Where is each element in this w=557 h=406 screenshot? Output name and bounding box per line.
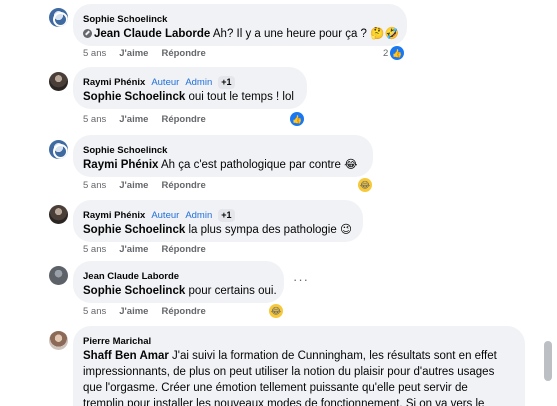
like-button[interactable]: J'aime — [119, 114, 148, 125]
comment-author[interactable]: Sophie Schoelinck — [83, 14, 167, 25]
comment-bubble: Raymi Phénix Auteur Admin +1 Sophie Scho… — [73, 200, 363, 242]
comment-bubble: Pierre Marichal Shaff Ben Amar J'ai suiv… — [73, 326, 525, 406]
comment-actions: 5 ans J'aime Répondre — [83, 306, 206, 317]
like-button[interactable]: J'aime — [119, 306, 148, 317]
comment-text-line: impressionnants, de plus on peut utilise… — [83, 366, 495, 378]
extra-badge[interactable]: +1 — [218, 75, 235, 89]
comment-body: J'ai suivi la formation de Cunningham, l… — [168, 350, 497, 362]
comment-text: Raymi Phénix Ah ça c'est pathologique pa… — [83, 157, 361, 173]
admin-badge[interactable]: Admin — [185, 77, 212, 88]
comment-mention[interactable]: Raymi Phénix — [83, 159, 158, 171]
author-badge[interactable]: Auteur — [151, 77, 179, 88]
comment-mention[interactable]: Sophie Schoelinck — [83, 285, 185, 297]
comment-bubble: Sophie Schoelinck Raymi Phénix Ah ça c'e… — [73, 135, 373, 177]
comment-actions: 5 ans J'aime Répondre — [83, 114, 206, 125]
comment-author[interactable]: Raymi Phénix — [83, 77, 145, 88]
comment-time[interactable]: 5 ans — [83, 114, 106, 125]
comment-author[interactable]: Raymi Phénix — [83, 210, 145, 221]
like-button[interactable]: J'aime — [119, 180, 148, 191]
reply-button[interactable]: Répondre — [161, 48, 205, 59]
comment-body: oui tout le temps ! lol — [185, 91, 294, 103]
more-options-icon[interactable]: ··· — [293, 272, 309, 287]
comment-actions: 5 ans J'aime Répondre — [83, 180, 206, 191]
comment-body: Ah ça c'est pathologique par contre 😂 — [158, 159, 358, 171]
comment-time[interactable]: 5 ans — [83, 48, 106, 59]
comment-author[interactable]: Jean Claude Laborde — [83, 271, 179, 282]
comment-time[interactable]: 5 ans — [83, 244, 106, 255]
avatar[interactable] — [49, 205, 68, 224]
like-icon: 👍 — [390, 46, 405, 60]
comment-body: pour certains oui. — [185, 285, 277, 297]
avatar[interactable] — [49, 8, 68, 27]
comment-author[interactable]: Pierre Marichal — [83, 336, 151, 347]
comment-text-line: que l'orgasme. Créer une émotion telleme… — [83, 382, 468, 394]
haha-icon: 😂 — [269, 304, 283, 318]
author-badge[interactable]: Auteur — [151, 210, 179, 221]
reaction-summary[interactable]: 😂 — [358, 178, 372, 192]
avatar[interactable] — [49, 331, 68, 350]
comment-bubble: Sophie Schoelinck Jean Claude Laborde Ah… — [73, 4, 407, 46]
reply-button[interactable]: Répondre — [161, 114, 205, 125]
like-icon: 👍 — [290, 112, 304, 126]
comment-body: la plus sympa des pathologie 😉 — [185, 224, 352, 236]
comment-text: Sophie Schoelinck pour certains oui. — [83, 283, 277, 299]
comment-bubble: Jean Claude Laborde Sophie Schoelinck po… — [73, 261, 284, 303]
mention-icon — [83, 29, 92, 38]
comment-text: Sophie Schoelinck oui tout le temps ! lo… — [83, 89, 295, 105]
reply-button[interactable]: Répondre — [161, 180, 205, 191]
reply-button[interactable]: Répondre — [161, 306, 205, 317]
reply-button[interactable]: Répondre — [161, 244, 205, 255]
comment-text: Jean Claude Laborde Ah? Il y a une heure… — [83, 26, 399, 42]
reaction-summary[interactable]: 👍 — [290, 112, 304, 126]
comment-mention[interactable]: Sophie Schoelinck — [83, 224, 185, 236]
admin-badge[interactable]: Admin — [185, 210, 212, 221]
comment-text: Sophie Schoelinck la plus sympa des path… — [83, 222, 352, 238]
comment-mention[interactable]: Shaff Ben Amar — [83, 350, 169, 362]
avatar[interactable] — [49, 72, 68, 91]
reaction-count: 2 — [383, 47, 389, 59]
comment-author[interactable]: Sophie Schoelinck — [83, 145, 167, 156]
comment-text-line: tremplin pour installer les nouveaux mod… — [83, 398, 485, 406]
comment-time[interactable]: 5 ans — [83, 306, 106, 317]
comment-time[interactable]: 5 ans — [83, 180, 106, 191]
extra-badge[interactable]: +1 — [218, 208, 235, 222]
comment-text-line: Shaff Ben Amar J'ai suivi la formation d… — [83, 348, 513, 364]
reaction-summary[interactable]: 2 👍 — [383, 46, 405, 60]
haha-icon: 😂 — [358, 178, 372, 192]
avatar[interactable] — [49, 266, 68, 285]
comment-actions: 5 ans J'aime Répondre — [83, 48, 206, 59]
comment-body: Ah? Il y a une heure pour ça ? 🤔🤣 — [210, 28, 399, 40]
comment-mention[interactable]: Sophie Schoelinck — [83, 91, 185, 103]
like-button[interactable]: J'aime — [119, 48, 148, 59]
comment-bubble: Raymi Phénix Auteur Admin +1 Sophie Scho… — [73, 67, 307, 109]
reaction-summary[interactable]: 😂 — [269, 304, 283, 318]
comment-mention[interactable]: Jean Claude Laborde — [94, 28, 210, 40]
scrollbar-thumb[interactable] — [544, 341, 552, 381]
like-button[interactable]: J'aime — [119, 244, 148, 255]
comment-actions: 5 ans J'aime Répondre — [83, 244, 206, 255]
avatar[interactable] — [49, 140, 68, 159]
